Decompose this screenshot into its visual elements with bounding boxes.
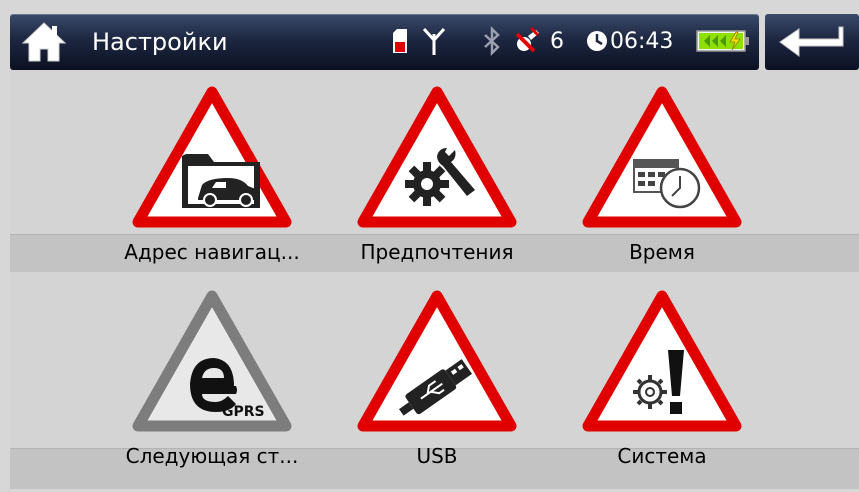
calendar-clock-icon [582,86,742,228]
status-bar: Настройки 6 06:43 [10,14,759,70]
tile-label: Система [617,444,707,468]
home-icon[interactable] [20,20,68,64]
tile-next-station[interactable]: GPRS Следующая ст... [112,290,312,480]
tile-label: USB [416,444,458,468]
antenna-icon [422,27,446,55]
satellite-icon [515,26,540,53]
tile-preferences[interactable]: Предпочтения [337,86,537,276]
clock-time: 06:43 [610,29,674,54]
back-button[interactable] [765,14,859,70]
battery-charging-icon [696,30,749,52]
satellite-count: 6 [550,29,564,54]
tile-time[interactable]: Время [562,86,762,276]
tools-gear-icon [357,86,517,228]
usb-icon [357,290,517,432]
sd-card-icon [393,29,407,53]
folder-car-icon [132,86,292,228]
tile-label: Следующая ст... [125,444,299,468]
svg-text:GPRS: GPRS [222,404,265,420]
system-warning-icon [582,290,742,432]
tile-navigation-address[interactable]: Адрес навигац... [112,86,312,276]
tile-usb[interactable]: USB [337,290,537,480]
tile-label: Предпочтения [360,240,514,264]
tile-system[interactable]: Система [562,290,762,480]
egprs-icon: GPRS [132,290,292,432]
clock-icon [587,31,607,51]
tile-label: Время [629,240,695,264]
return-arrow-icon [779,26,844,57]
settings-screen: Настройки 6 06:43 Адрес навигац... Предп… [0,0,859,492]
tile-label: Адрес навигац... [124,240,300,264]
page-title: Настройки [92,28,228,56]
bluetooth-icon [484,26,500,56]
